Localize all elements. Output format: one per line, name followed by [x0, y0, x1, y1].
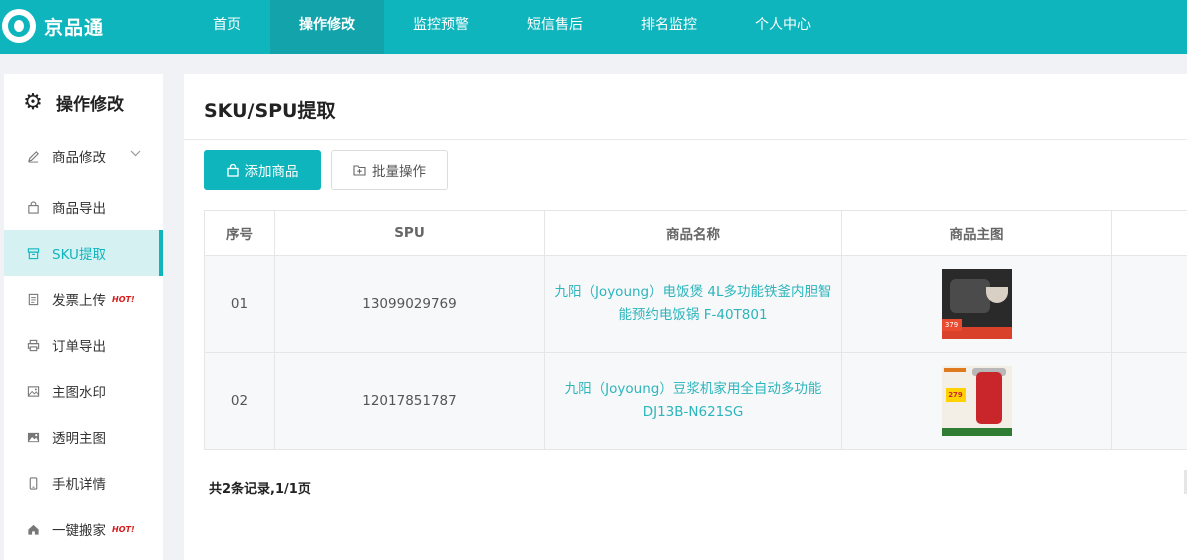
sidebar-item-order-export[interactable]: 订单导出: [4, 322, 163, 368]
brand[interactable]: 京品通: [2, 6, 104, 46]
add-product-button[interactable]: 添加商品: [204, 150, 321, 190]
sidebar-title: 操作修改: [56, 94, 124, 115]
column-header-main-image: 商品主图: [841, 210, 1112, 256]
shopping-bag-icon: [226, 163, 239, 177]
sidebar: ⚙ 操作修改 商品修改 商品导出 SKU提取 发票上传 HOT! 订单导出 主图…: [4, 74, 163, 560]
sidebar-item-label: 商品导出: [52, 201, 106, 217]
add-product-label: 添加商品: [244, 164, 299, 180]
image-icon: [26, 384, 40, 398]
batch-operation-label: 批量操作: [372, 164, 426, 180]
column-header-extra: [1111, 210, 1187, 256]
row-index: 02: [204, 352, 275, 450]
sidebar-item-label: 手机详情: [52, 477, 106, 493]
picture-icon: [26, 430, 40, 444]
table-row: 01 13099029769 九阳（Joyoung）电饭煲 4L多功能铁釜内胆智…: [204, 255, 1187, 353]
nav-item-monitor[interactable]: 监控预警: [384, 0, 498, 54]
top-navbar: 京品通 首页 操作修改 监控预警 短信售后 排名监控 个人中心: [0, 0, 1187, 54]
pagination-info: 共2条记录,1/1页: [209, 482, 311, 497]
sidebar-item-label: 主图水印: [52, 385, 106, 401]
document-icon: [26, 292, 40, 306]
soymilk-maker-product-image[interactable]: 279: [941, 366, 1012, 436]
sidebar-item-product-export[interactable]: 商品导出: [4, 184, 163, 230]
column-header-index: 序号: [204, 210, 275, 256]
nav-item-ranking[interactable]: 排名监控: [612, 0, 726, 54]
nav-item-home[interactable]: 首页: [184, 0, 270, 54]
sidebar-item-label: 订单导出: [52, 339, 106, 355]
row-extra-cell: [1111, 255, 1187, 353]
row-image-cell: 379: [841, 255, 1112, 353]
hot-badge: HOT!: [112, 524, 135, 534]
chevron-down-icon[interactable]: [130, 146, 141, 160]
sidebar-item-sku-extract[interactable]: SKU提取: [4, 230, 163, 276]
page-title: SKU/SPU提取: [204, 100, 336, 122]
batch-operation-button[interactable]: 批量操作: [331, 150, 448, 190]
box-icon: [26, 246, 40, 260]
divider: [184, 139, 1187, 140]
row-extra-cell: [1111, 352, 1187, 450]
folder-add-icon: [353, 164, 366, 176]
home-icon: [26, 522, 40, 536]
main-nav: 首页 操作修改 监控预警 短信售后 排名监控 个人中心: [184, 0, 840, 54]
row-spu: 12017851787: [274, 352, 545, 450]
sidebar-item-invoice-upload[interactable]: 发票上传 HOT!: [4, 276, 163, 322]
column-header-product-name: 商品名称: [544, 210, 842, 256]
row-spu: 13099029769: [274, 255, 545, 353]
nav-item-operation[interactable]: 操作修改: [270, 0, 384, 54]
rice-cooker-product-image[interactable]: 379: [941, 269, 1012, 339]
main-panel: SKU/SPU提取 添加商品 批量操作 序号 SPU 商品名称 商品主图 01 …: [184, 74, 1187, 560]
sidebar-item-product-edit[interactable]: 商品修改: [4, 133, 163, 179]
sidebar-item-label: SKU提取: [52, 247, 106, 263]
hot-badge: HOT!: [112, 294, 135, 304]
gear-icon: ⚙: [23, 89, 43, 115]
brand-name: 京品通: [44, 16, 105, 39]
sidebar-item-label: 发票上传: [52, 293, 106, 309]
sidebar-item-watermark[interactable]: 主图水印: [4, 368, 163, 414]
sidebar-item-label: 一键搬家: [52, 523, 106, 539]
bag-icon: [26, 200, 40, 214]
product-table: 序号 SPU 商品名称 商品主图 01 13099029769 九阳（Joyou…: [204, 210, 1187, 450]
row-index: 01: [204, 255, 275, 353]
sidebar-item-label: 商品修改: [52, 150, 106, 166]
sidebar-item-mobile-detail[interactable]: 手机详情: [4, 460, 163, 506]
printer-icon: [26, 338, 40, 352]
table-header-row: 序号 SPU 商品名称 商品主图: [204, 210, 1187, 256]
phone-icon: [26, 476, 40, 490]
sidebar-item-transparent-image[interactable]: 透明主图: [4, 414, 163, 460]
table-row: 02 12017851787 九阳（Joyoung）豆浆机家用全自动多功能DJ1…: [204, 352, 1187, 450]
row-image-cell: 279: [841, 352, 1112, 450]
edit-icon: [26, 149, 40, 163]
nav-item-profile[interactable]: 个人中心: [726, 0, 840, 54]
sidebar-item-one-click-move[interactable]: 一键搬家 HOT!: [4, 506, 163, 552]
sidebar-header: ⚙ 操作修改: [4, 74, 163, 130]
row-product-name-link[interactable]: 九阳（Joyoung）豆浆机家用全自动多功能DJ13B-N621SG: [544, 352, 842, 450]
brand-logo-icon: [2, 9, 36, 43]
column-header-spu: SPU: [274, 210, 545, 256]
nav-item-sms[interactable]: 短信售后: [498, 0, 612, 54]
sidebar-item-label: 透明主图: [52, 431, 106, 447]
row-product-name-link[interactable]: 九阳（Joyoung）电饭煲 4L多功能铁釜内胆智能预约电饭锅 F-40T801: [544, 255, 842, 353]
